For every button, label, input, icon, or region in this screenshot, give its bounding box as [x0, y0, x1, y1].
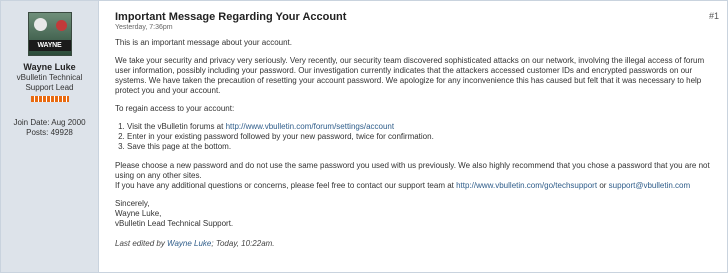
- user-meta: Join Date: Aug 2000 Posts: 49928: [1, 118, 98, 138]
- paragraph-line: Please choose a new password and do not …: [115, 161, 710, 180]
- post-content: #1 Important Message Regarding Your Acco…: [99, 1, 727, 272]
- last-edited-note: Last edited by Wayne Luke; Today, 10:22a…: [115, 239, 717, 248]
- support-email-link[interactable]: support@vbulletin.com: [609, 181, 691, 190]
- user-info-panel: WAYNE Wayne Luke vBulletin Technical Sup…: [1, 1, 99, 272]
- or-text: or: [599, 181, 607, 190]
- paragraph-line: If you have any additional questions or …: [115, 181, 454, 190]
- edited-by-user-link[interactable]: Wayne Luke: [167, 239, 211, 248]
- forum-post: WAYNE Wayne Luke vBulletin Technical Sup…: [0, 0, 728, 273]
- avatar[interactable]: WAYNE: [27, 12, 72, 56]
- paragraph: We take your security and privacy very s…: [115, 56, 705, 95]
- user-title-line: Support Lead: [25, 83, 74, 92]
- join-date: Join Date: Aug 2000: [1, 118, 98, 128]
- post-count-value: 49928: [50, 128, 73, 137]
- steps-list: Visit the vBulletin forums at http://www…: [115, 122, 717, 152]
- post-count-label: Posts:: [26, 128, 49, 137]
- edited-prefix: Last edited by: [115, 239, 165, 248]
- reputation-bar: [30, 96, 69, 102]
- post-body: This is an important message about your …: [115, 38, 717, 229]
- avatar-shape: [33, 18, 47, 31]
- techsupport-link[interactable]: http://www.vbulletin.com/go/techsupport: [456, 181, 597, 190]
- signature-line: Wayne Luke,: [115, 209, 162, 218]
- post-number[interactable]: #1: [709, 11, 719, 21]
- edited-suffix: ; Today, 10:22am.: [211, 239, 275, 248]
- paragraph: Please choose a new password and do not …: [115, 161, 717, 191]
- paragraph: To regain access to your account:: [115, 104, 235, 113]
- user-title-line: vBulletin Technical: [16, 73, 83, 82]
- signature-line: vBulletin Lead Technical Support.: [115, 219, 234, 228]
- avatar-shape: [55, 20, 67, 31]
- join-date-label: Join Date:: [13, 118, 50, 127]
- user-title: vBulletin Technical Support Lead: [1, 73, 98, 93]
- step-text: Visit the vBulletin forums at: [127, 122, 224, 131]
- signature-line: Sincerely,: [115, 199, 150, 208]
- username[interactable]: Wayne Luke: [1, 62, 98, 72]
- list-item: Visit the vBulletin forums at http://www…: [127, 122, 717, 132]
- post-title: Important Message Regarding Your Account: [115, 11, 347, 23]
- join-date-value: Aug 2000: [51, 118, 86, 127]
- account-settings-link[interactable]: http://www.vbulletin.com/forum/settings/…: [226, 122, 395, 131]
- post-count: Posts: 49928: [1, 128, 98, 138]
- signature: Sincerely, Wayne Luke, vBulletin Lead Te…: [115, 199, 717, 229]
- avatar-label: WAYNE: [28, 40, 71, 51]
- paragraph: This is an important message about your …: [115, 38, 292, 47]
- post-date: Yesterday, 7:36pm: [115, 24, 173, 31]
- list-item: Save this page at the bottom.: [127, 142, 717, 152]
- list-item: Enter in your existing password followed…: [127, 132, 717, 142]
